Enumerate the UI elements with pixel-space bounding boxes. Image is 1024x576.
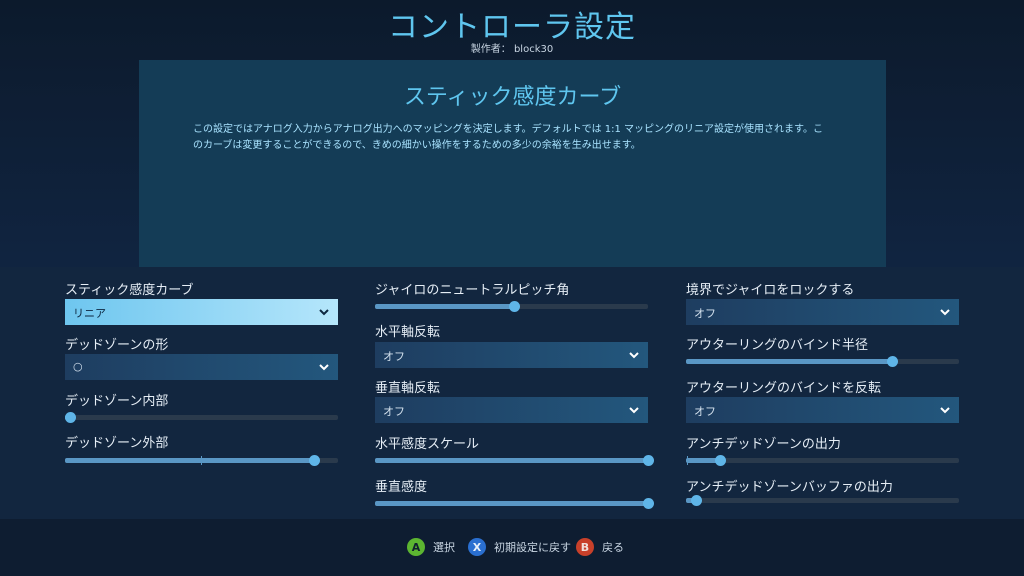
outer-invert-dropdown[interactable]: オフ <box>686 397 959 423</box>
gyro-lock-value: オフ <box>694 307 716 320</box>
back-label: 戻る <box>602 541 624 554</box>
footer-hints: A 選択 X 初期設定に戻す B 戻る <box>0 519 1024 576</box>
deadzone-shape-label: デッドゾーンの形 <box>65 338 169 353</box>
chevron-down-icon <box>629 407 639 414</box>
v-invert-value: オフ <box>383 405 405 418</box>
h-scale-label: 水平感度スケール <box>375 437 480 452</box>
v-sens-label: 垂直感度 <box>375 480 428 495</box>
h-scale-slider[interactable] <box>375 455 654 466</box>
back-hint[interactable]: B 戻る <box>576 537 624 557</box>
gyro-lock-dropdown[interactable]: オフ <box>686 299 959 325</box>
author-credit: 製作者： block30 <box>470 44 554 55</box>
h-invert-dropdown[interactable]: オフ <box>375 342 648 368</box>
curve-dropdown[interactable]: リニア <box>65 299 338 325</box>
select-label: 選択 <box>433 541 455 554</box>
chevron-down-icon <box>319 309 329 316</box>
slider-fill <box>375 458 648 463</box>
slider-thumb[interactable] <box>691 495 703 506</box>
gyro-lock-label: 境界でジャイロをロックする <box>686 283 855 298</box>
a-button-icon: A <box>407 538 425 556</box>
curve-value: リニア <box>73 307 106 320</box>
outer-radius-label: アウターリングのバインド半径 <box>686 338 869 353</box>
chevron-down-icon <box>629 352 639 359</box>
anti-deadzone-buffer-slider[interactable] <box>686 495 959 506</box>
b-button-icon: B <box>576 538 594 556</box>
curve-label: スティック感度カーブ <box>65 283 194 298</box>
v-sens-slider[interactable] <box>375 498 654 509</box>
slider-default-tick <box>687 456 688 465</box>
deadzone-outer-label: デッドゾーン外部 <box>65 436 169 451</box>
deadzone-shape-value: ○ <box>73 360 83 373</box>
slider-thumb[interactable] <box>887 356 898 367</box>
slider-fill <box>375 501 648 506</box>
anti-deadzone-slider[interactable] <box>686 455 959 466</box>
controller-settings-screen: コントローラ設定 製作者： block30 スティック感度カーブ この設定ではア… <box>0 0 1024 576</box>
outer-invert-label: アウターリングのバインドを反転 <box>686 381 882 396</box>
info-description: この設定ではアナログ入力からアナログ出力へのマッピングを決定します。デフォルトで… <box>193 124 824 151</box>
outer-radius-slider[interactable] <box>686 356 959 367</box>
slider-thumb[interactable] <box>308 455 320 466</box>
slider-fill <box>686 359 892 364</box>
info-panel: スティック感度カーブ この設定ではアナログ入力からアナログ出力へのマッピングを決… <box>139 60 886 267</box>
slider-fill <box>65 458 314 463</box>
gyro-pitch-slider[interactable] <box>375 301 648 312</box>
h-invert-label: 水平軸反転 <box>375 325 441 340</box>
deadzone-shape-dropdown[interactable]: ○ <box>65 354 338 380</box>
deadzone-inner-slider[interactable] <box>65 412 338 423</box>
x-button-icon: X <box>468 538 486 556</box>
slider-thumb[interactable] <box>643 498 654 509</box>
slider-thumb[interactable] <box>509 301 520 312</box>
v-invert-dropdown[interactable]: オフ <box>375 397 648 423</box>
h-invert-value: オフ <box>383 350 405 363</box>
settings-grid: スティック感度カーブ リニア デッドゾーンの形 ○ デッドゾーン内部 デッドゾー… <box>0 267 1024 519</box>
slider-fill <box>375 304 514 309</box>
outer-invert-value: オフ <box>694 405 716 418</box>
chevron-down-icon <box>940 309 950 316</box>
slider-thumb[interactable] <box>65 412 76 423</box>
deadzone-inner-label: デッドゾーン内部 <box>65 394 169 409</box>
v-invert-label: 垂直軸反転 <box>375 381 441 396</box>
reset-hint[interactable]: X 初期設定に戻す <box>468 537 571 557</box>
slider-thumb[interactable] <box>715 455 727 466</box>
slider-default-tick <box>201 456 202 465</box>
anti-deadzone-label: アンチデッドゾーンの出力 <box>686 437 841 452</box>
info-title: スティック感度カーブ <box>403 85 622 110</box>
chevron-down-icon <box>940 407 950 414</box>
deadzone-outer-slider[interactable] <box>65 455 338 466</box>
slider-thumb[interactable] <box>643 455 654 466</box>
gyro-pitch-label: ジャイロのニュートラルピッチ角 <box>375 283 570 298</box>
reset-label: 初期設定に戻す <box>494 541 571 554</box>
anti-deadzone-buffer-label: アンチデッドゾーンバッファの出力 <box>686 480 893 495</box>
chevron-down-icon <box>319 364 329 371</box>
select-hint[interactable]: A 選択 <box>407 537 455 557</box>
